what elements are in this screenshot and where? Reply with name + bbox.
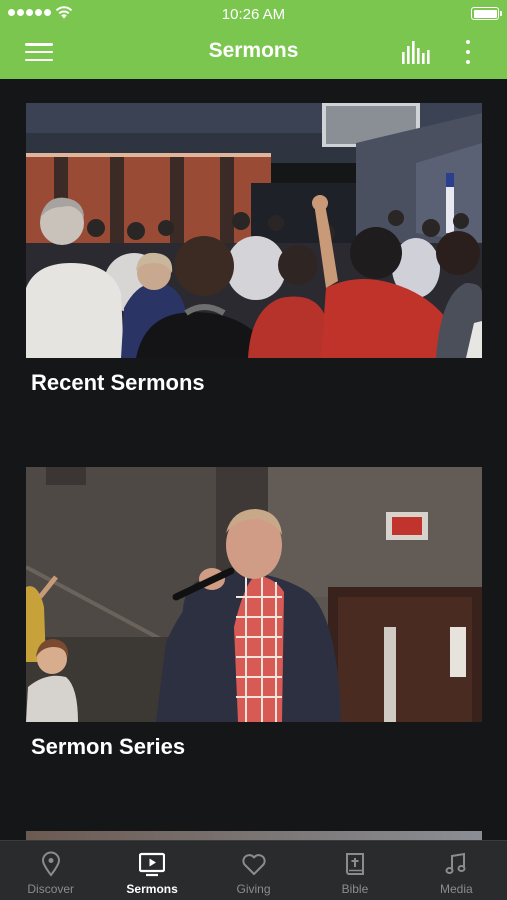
tab-giving[interactable]: Giving	[203, 841, 304, 900]
audio-bars-icon[interactable]	[400, 40, 430, 66]
sermons-list: Recent Sermons Sermon Series	[0, 79, 507, 840]
tab-media-label: Media	[439, 882, 473, 896]
tab-sermons-label: Sermons	[126, 882, 178, 896]
tab-discover-label: Discover	[27, 882, 75, 896]
page-title: Sermons	[208, 39, 299, 62]
tab-bible-label: Bible	[341, 882, 369, 896]
music-note-icon	[445, 852, 466, 874]
sermon-card-partial-image	[26, 831, 482, 840]
tv-play-icon	[139, 852, 166, 877]
recent-sermons-card[interactable]: Recent Sermons	[26, 103, 482, 396]
battery-icon	[471, 7, 502, 20]
tab-media[interactable]: Media	[406, 841, 507, 900]
recent-sermons-title: Recent Sermons	[31, 370, 205, 395]
sermon-series-image	[26, 467, 482, 722]
status-time: 10:26 AM	[221, 6, 286, 23]
tab-bar: Discover Sermons Giving Bible Media	[0, 840, 507, 900]
bible-icon	[345, 853, 364, 875]
location-pin-icon	[41, 851, 60, 877]
recent-sermons-image	[26, 103, 482, 358]
tab-bible[interactable]: Bible	[304, 841, 405, 900]
app-header: 10:26 AM Sermons	[0, 0, 507, 79]
sermon-card-partial[interactable]	[26, 831, 482, 840]
heart-icon	[241, 854, 266, 875]
sermon-series-title: Sermon Series	[31, 734, 186, 759]
sermon-series-card[interactable]: Sermon Series	[26, 467, 482, 760]
tab-giving-label: Giving	[236, 882, 271, 896]
nav-bar: Sermons	[0, 26, 507, 79]
tab-discover[interactable]: Discover	[0, 841, 101, 900]
tab-sermons[interactable]: Sermons	[101, 841, 202, 900]
more-options-icon[interactable]	[462, 38, 474, 66]
status-bar: 10:26 AM	[0, 0, 507, 26]
